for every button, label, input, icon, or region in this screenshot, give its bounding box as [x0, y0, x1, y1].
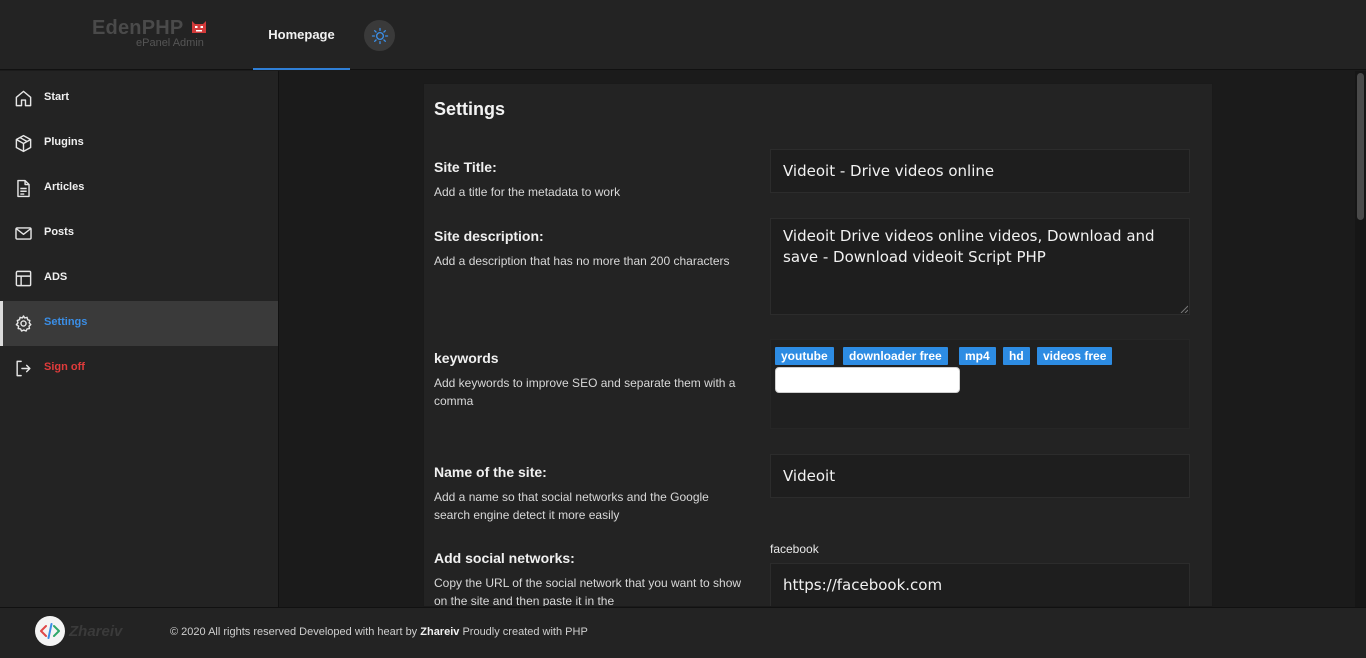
devil-icon: [192, 21, 206, 33]
sidebar-item-sign-off[interactable]: Sign off: [0, 346, 278, 391]
logout-icon: [16, 360, 31, 377]
site-description-label: Site description:: [434, 228, 544, 244]
keywords-label: keywords: [434, 350, 499, 366]
app-logo[interactable]: EdenPHP ePanel Admin: [92, 17, 222, 57]
mail-icon: [15, 227, 32, 240]
package-icon: [15, 134, 32, 153]
social-networks-help: Copy the URL of the social network that …: [434, 576, 742, 607]
top-bar: EdenPHP ePanel Admin Homepage: [0, 0, 1366, 70]
keyword-tag[interactable]: downloader free: [843, 347, 948, 365]
facebook-url-input[interactable]: https://facebook.com: [770, 563, 1190, 606]
sidebar-item-posts[interactable]: Posts: [0, 211, 278, 256]
keyword-tag[interactable]: mp4: [959, 347, 996, 365]
theme-toggle-button[interactable]: [364, 20, 395, 51]
footer-copyright: © 2020 All rights reserved Developed wit…: [170, 626, 588, 638]
sidebar-item-ads[interactable]: ADS: [0, 256, 278, 301]
resize-grip-icon[interactable]: [1180, 305, 1188, 313]
layout-icon: [15, 270, 32, 287]
keywords-tags-box[interactable]: youtube downloader free mp4 hd videos fr…: [770, 339, 1190, 429]
social-networks-label: Add social networks:: [434, 550, 575, 566]
gear-icon: [15, 315, 32, 332]
footer: Zhareiv © 2020 All rights reserved Devel…: [0, 607, 1366, 658]
settings-panel: Settings Site Title: Add a title for the…: [423, 83, 1213, 607]
sidebar-item-label: Sign off: [44, 361, 85, 373]
home-icon: [15, 90, 32, 107]
keyword-input[interactable]: [775, 367, 960, 393]
sidebar-item-plugins[interactable]: Plugins: [0, 121, 278, 166]
sun-icon: [371, 27, 388, 44]
sidebar-item-label: Posts: [44, 226, 74, 238]
zhareiv-logo: [35, 616, 65, 646]
footer-author: Zhareiv: [420, 626, 460, 638]
keyword-tag[interactable]: hd: [1003, 347, 1030, 365]
sidebar-item-start[interactable]: Start: [0, 76, 278, 121]
facebook-label: facebook: [770, 542, 819, 556]
site-name-input[interactable]: Videoit: [770, 454, 1190, 498]
site-description-textarea[interactable]: Videoit Drive videos online videos, Down…: [770, 218, 1190, 315]
document-icon: [17, 179, 30, 198]
keywords-help: Add keywords to improve SEO and separate…: [434, 376, 736, 408]
sidebar-item-label: Articles: [44, 181, 85, 193]
site-name-help: Add a name so that social networks and t…: [434, 490, 709, 522]
logo-subtitle: ePanel Admin: [136, 37, 204, 49]
scrollbar-thumb[interactable]: [1357, 73, 1364, 220]
site-title-help: Add a title for the metadata to work: [434, 185, 621, 199]
nav-homepage[interactable]: Homepage: [253, 0, 350, 70]
footer-text-after: Proudly created with PHP: [459, 626, 588, 638]
sidebar-item-settings[interactable]: Settings: [0, 301, 278, 346]
sidebar-item-label: Settings: [44, 316, 88, 328]
site-description-help: Add a description that has no more than …: [434, 254, 730, 268]
site-title-label: Site Title:: [434, 159, 497, 175]
keyword-tag[interactable]: videos free: [1037, 347, 1113, 365]
footer-text-before: © 2020 All rights reserved Developed wit…: [170, 626, 421, 638]
sidebar-item-articles[interactable]: Articles: [0, 166, 278, 211]
sidebar-item-label: Plugins: [44, 136, 84, 148]
sidebar: Start Plugins Articles Posts ADS Setting…: [0, 71, 279, 607]
site-name-label: Name of the site:: [434, 464, 547, 480]
page-title: Settings: [434, 99, 506, 119]
page-scrollbar[interactable]: [1355, 71, 1366, 607]
code-icon: [40, 623, 60, 639]
site-title-input[interactable]: Videoit - Drive videos online: [770, 149, 1190, 193]
sidebar-item-label: ADS: [44, 271, 68, 283]
keyword-tag[interactable]: youtube: [775, 347, 834, 365]
site-description-value: Videoit Drive videos online videos, Down…: [783, 227, 1155, 266]
sidebar-item-label: Start: [44, 91, 70, 103]
footer-logo-text: Zhareiv: [69, 623, 123, 640]
